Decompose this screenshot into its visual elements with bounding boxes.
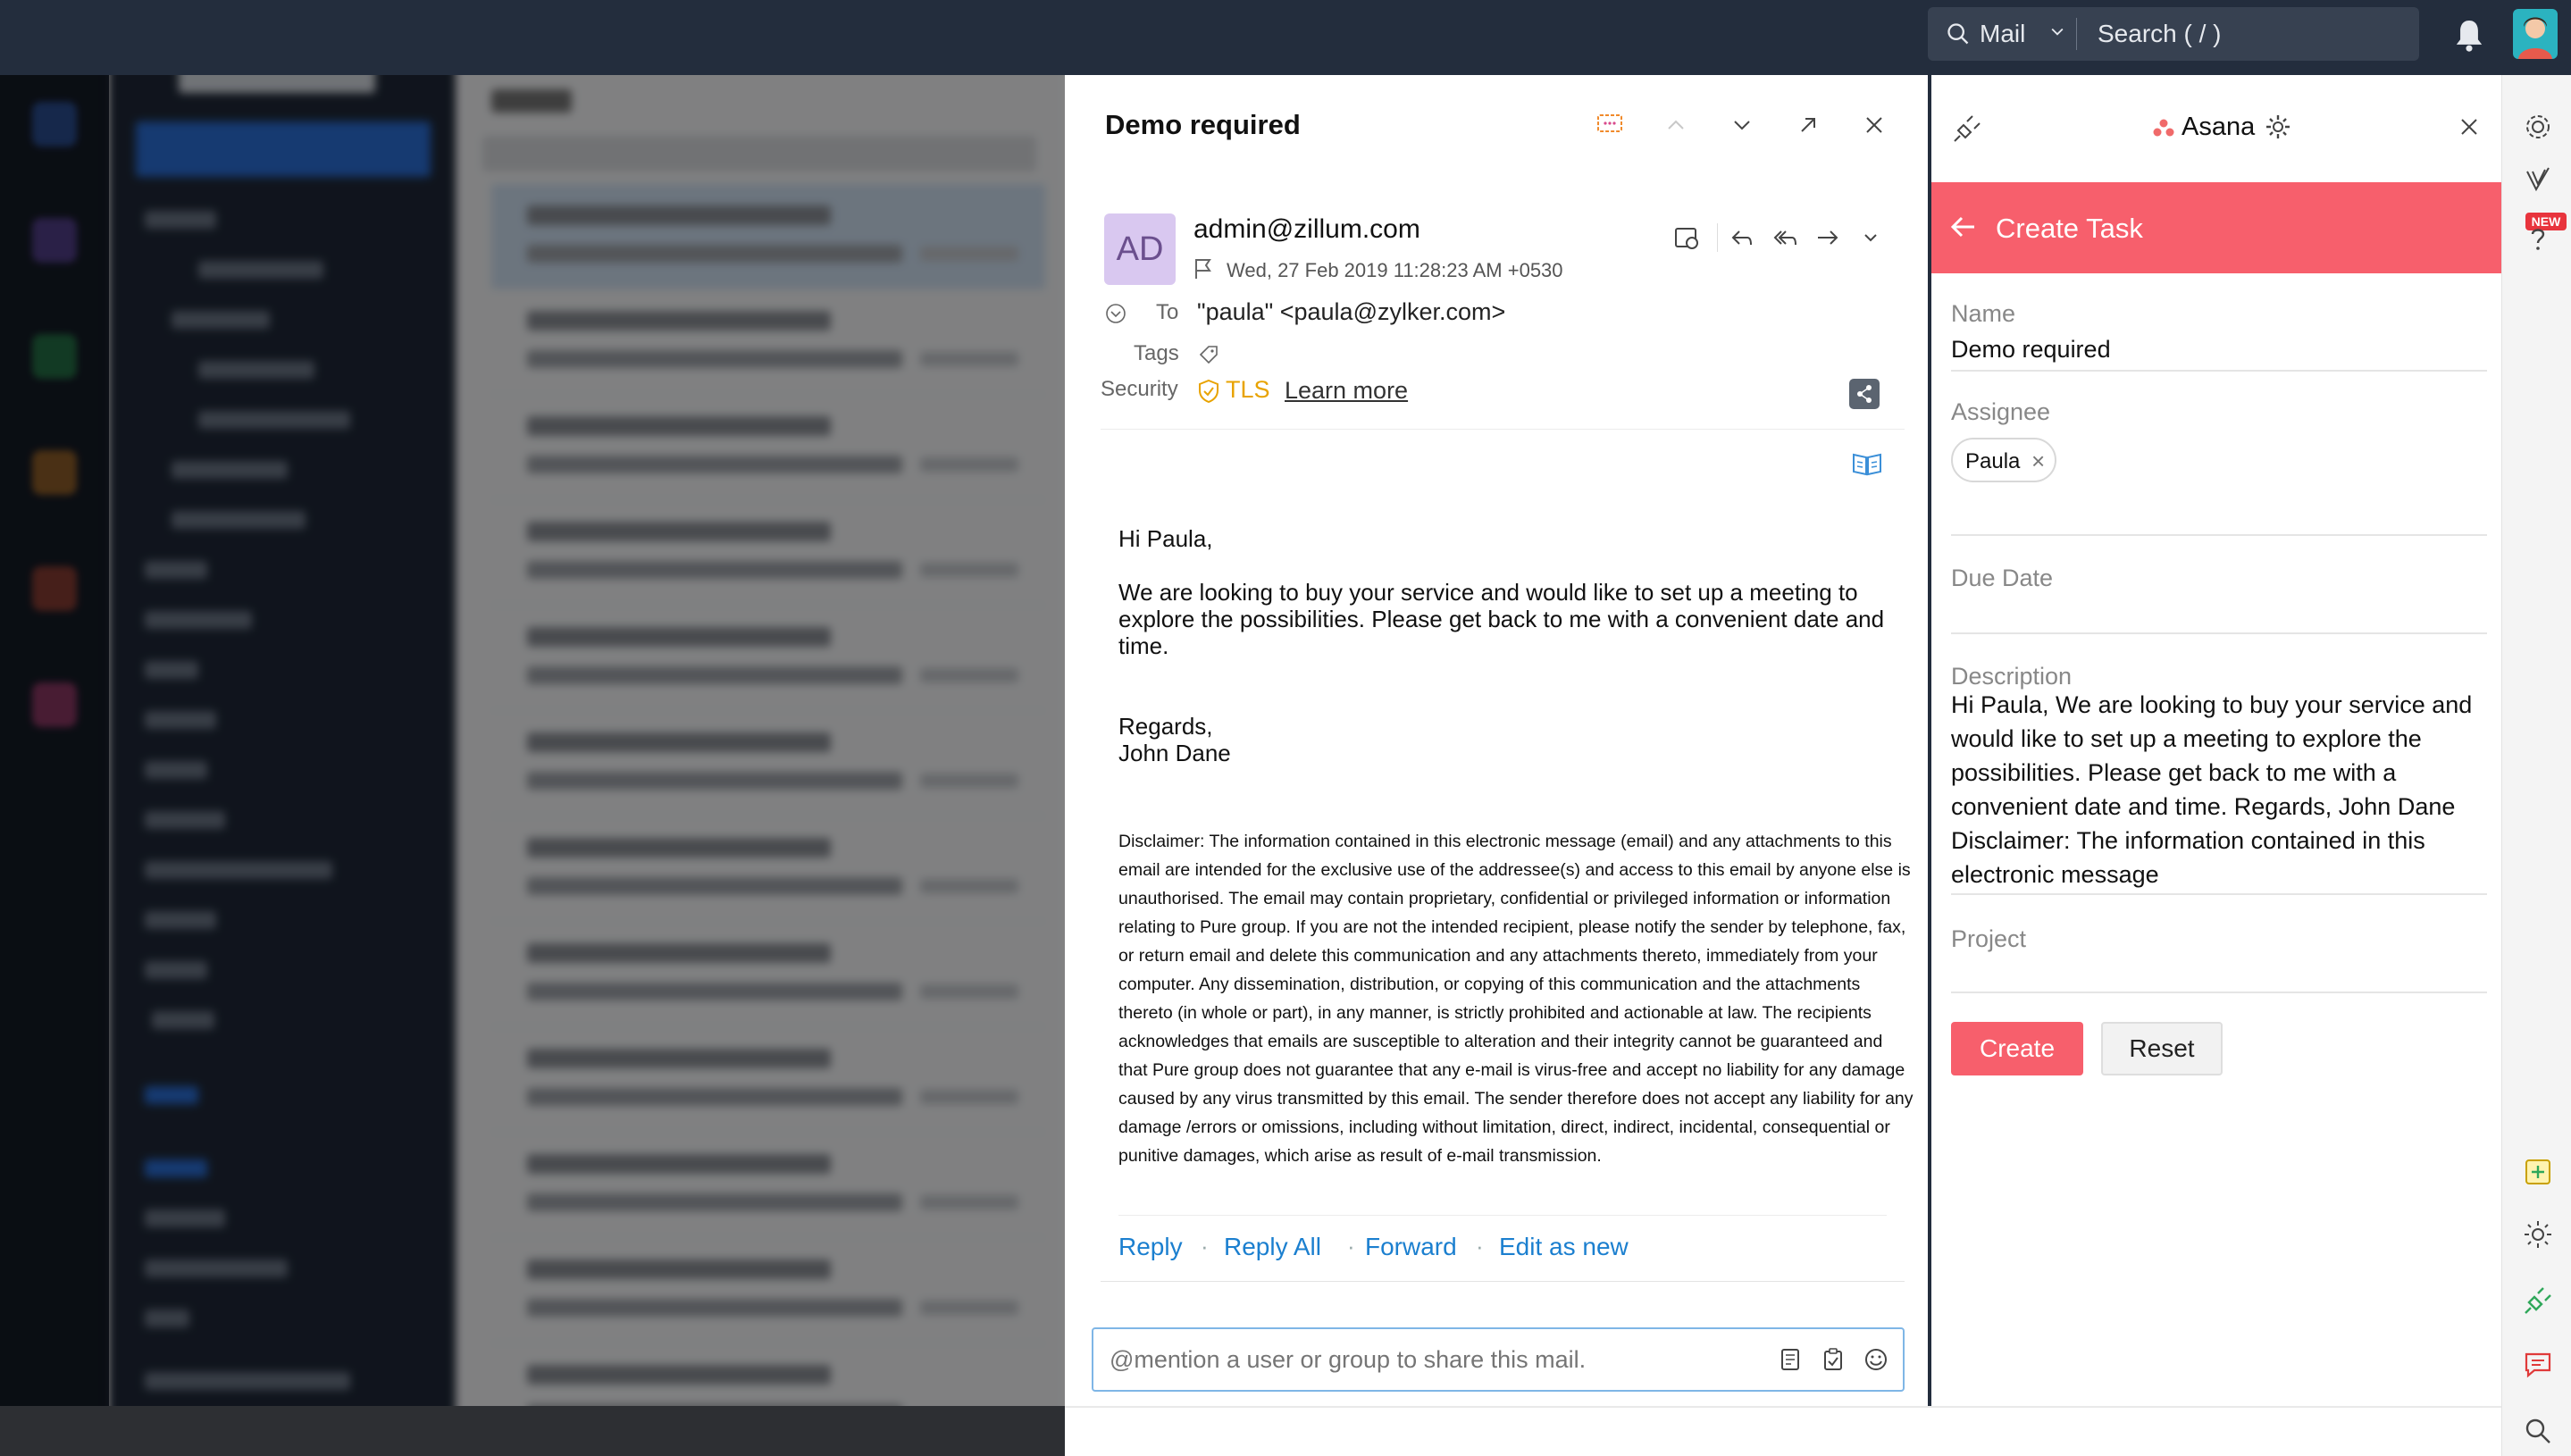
flag-icon[interactable] xyxy=(1193,257,1213,280)
chevron-down-icon[interactable] xyxy=(2051,27,2064,38)
chat-icon[interactable] xyxy=(1595,111,1624,139)
tag-icon[interactable] xyxy=(1197,343,1220,366)
sender-avatar: AD xyxy=(1104,213,1176,285)
assignee-label: Assignee xyxy=(1951,398,2051,425)
create-task-header: Create Task xyxy=(1931,182,2501,273)
forward-icon[interactable] xyxy=(1813,223,1842,252)
shield-icon xyxy=(1199,379,1219,404)
separator-dot: · xyxy=(1476,1233,1484,1259)
chat-bubble-icon[interactable] xyxy=(2522,1349,2554,1381)
learn-more-link[interactable]: Learn more xyxy=(1285,377,1408,405)
mail-signature: John Dane xyxy=(1118,740,1231,766)
settings-icon[interactable] xyxy=(2522,111,2554,143)
name-field[interactable]: Demo required xyxy=(1951,336,2111,364)
chevron-up-icon[interactable] xyxy=(1662,111,1690,139)
search-box[interactable]: Mail Search ( / ) xyxy=(1928,7,2419,61)
reset-button[interactable]: Reset xyxy=(2101,1022,2223,1075)
edit-as-new-link[interactable]: Edit as new xyxy=(1499,1233,1629,1261)
assignee-chip[interactable]: Paula × xyxy=(1951,438,2056,482)
emoji-icon[interactable] xyxy=(1862,1345,1890,1374)
user-avatar[interactable] xyxy=(2513,9,2558,59)
project-field[interactable] xyxy=(1951,992,2487,993)
share-button[interactable] xyxy=(1849,379,1880,409)
add-note-icon[interactable] xyxy=(2522,1156,2554,1188)
calendar-reminder-icon[interactable] xyxy=(1672,223,1701,252)
divider xyxy=(1717,223,1718,252)
sender-email[interactable]: admin@zillum.com xyxy=(1193,214,1420,245)
asana-logo-icon xyxy=(2153,119,2174,137)
name-label: Name xyxy=(1951,300,2016,327)
search-divider xyxy=(2076,18,2077,50)
gear-icon[interactable] xyxy=(2264,113,2292,141)
separator-dot: · xyxy=(1347,1233,1355,1259)
user-avatar-icon xyxy=(2518,17,2552,59)
task-icon[interactable] xyxy=(1819,1345,1847,1374)
divider xyxy=(1101,1281,1905,1282)
plug-icon[interactable] xyxy=(1951,113,1983,145)
share-icon xyxy=(1857,385,1872,403)
description-field[interactable]: Hi Paula, We are looking to buy your ser… xyxy=(1951,688,2496,891)
close-icon[interactable] xyxy=(2455,113,2483,141)
mail-reading-pane: Demo required AD admin@zillum.com Wed, 2… xyxy=(1065,75,1928,1406)
asana-panel: Asana Create Task Name Demo required Ass… xyxy=(1928,75,2501,1406)
mention-input[interactable] xyxy=(1110,1343,1753,1376)
notes-icon[interactable] xyxy=(1776,1345,1805,1374)
create-button[interactable]: Create xyxy=(1951,1022,2083,1075)
due-date-field[interactable] xyxy=(1951,632,2487,634)
to-value[interactable]: "paula" <paula@zylker.com> xyxy=(1197,298,1505,326)
reply-icon[interactable] xyxy=(1728,223,1756,252)
security-label: Security xyxy=(1101,377,1178,401)
search-placeholder[interactable]: Search ( / ) xyxy=(2098,20,2221,48)
chevron-down-icon[interactable] xyxy=(1728,111,1756,139)
modal-dim-overlay[interactable] xyxy=(0,0,1065,1456)
bell-icon[interactable] xyxy=(2454,18,2484,54)
reading-mode-icon[interactable] xyxy=(1851,450,1883,477)
field-underline xyxy=(1951,534,2487,536)
mail-regards: Regards, xyxy=(1118,713,1213,740)
more-chevron-icon[interactable] xyxy=(1856,223,1885,252)
mail-body: We are looking to buy your service and w… xyxy=(1118,579,1885,659)
close-icon[interactable] xyxy=(1860,111,1888,139)
field-underline xyxy=(1951,893,2487,895)
assignee-name: Paula xyxy=(1965,449,2021,473)
remove-assignee-icon[interactable]: × xyxy=(2031,448,2045,475)
right-rail: NEW xyxy=(2501,75,2571,1456)
description-label: Description xyxy=(1951,663,2073,690)
help-icon[interactable] xyxy=(2522,223,2554,255)
back-arrow-icon[interactable] xyxy=(1947,211,1980,243)
asana-title: Asana xyxy=(2182,113,2256,141)
integrations-plug-icon[interactable] xyxy=(2522,1284,2554,1317)
mail-subject: Demo required xyxy=(1105,109,1301,140)
top-bar: Mail Search ( / ) xyxy=(0,0,2571,75)
mention-box[interactable] xyxy=(1092,1327,1905,1392)
forward-link[interactable]: Forward xyxy=(1365,1233,1457,1261)
separator-dot: · xyxy=(1201,1233,1209,1259)
search-icon[interactable] xyxy=(2522,1415,2554,1447)
tls-badge: TLS xyxy=(1226,376,1270,403)
checkmark-app-icon[interactable] xyxy=(2522,164,2554,197)
bottom-status-bar xyxy=(0,1406,1065,1456)
search-scope[interactable]: Mail xyxy=(1980,20,2025,48)
create-task-title: Create Task xyxy=(1996,213,2143,244)
reply-link[interactable]: Reply xyxy=(1118,1233,1183,1261)
tags-label: Tags xyxy=(1134,341,1179,365)
mail-date: Wed, 27 Feb 2019 11:28:23 AM +0530 xyxy=(1227,259,1563,281)
bottom-strip xyxy=(1065,1406,2501,1456)
mail-greeting: Hi Paula, xyxy=(1118,525,1213,552)
header-divider xyxy=(1101,429,1905,430)
reply-all-icon[interactable] xyxy=(1771,223,1799,252)
to-label: To xyxy=(1156,300,1179,324)
due-date-label: Due Date xyxy=(1951,565,2054,591)
divider xyxy=(1118,1215,1887,1216)
search-icon xyxy=(1947,23,1969,45)
reply-all-link[interactable]: Reply All xyxy=(1224,1233,1321,1261)
project-label: Project xyxy=(1951,925,2027,952)
collapse-details-icon[interactable] xyxy=(1104,302,1127,325)
mail-disclaimer: Disclaimer: The information contained in… xyxy=(1118,832,1914,1166)
theme-toggle-icon[interactable] xyxy=(2522,1218,2554,1251)
field-underline xyxy=(1951,370,2487,372)
expand-icon[interactable] xyxy=(1794,111,1822,139)
